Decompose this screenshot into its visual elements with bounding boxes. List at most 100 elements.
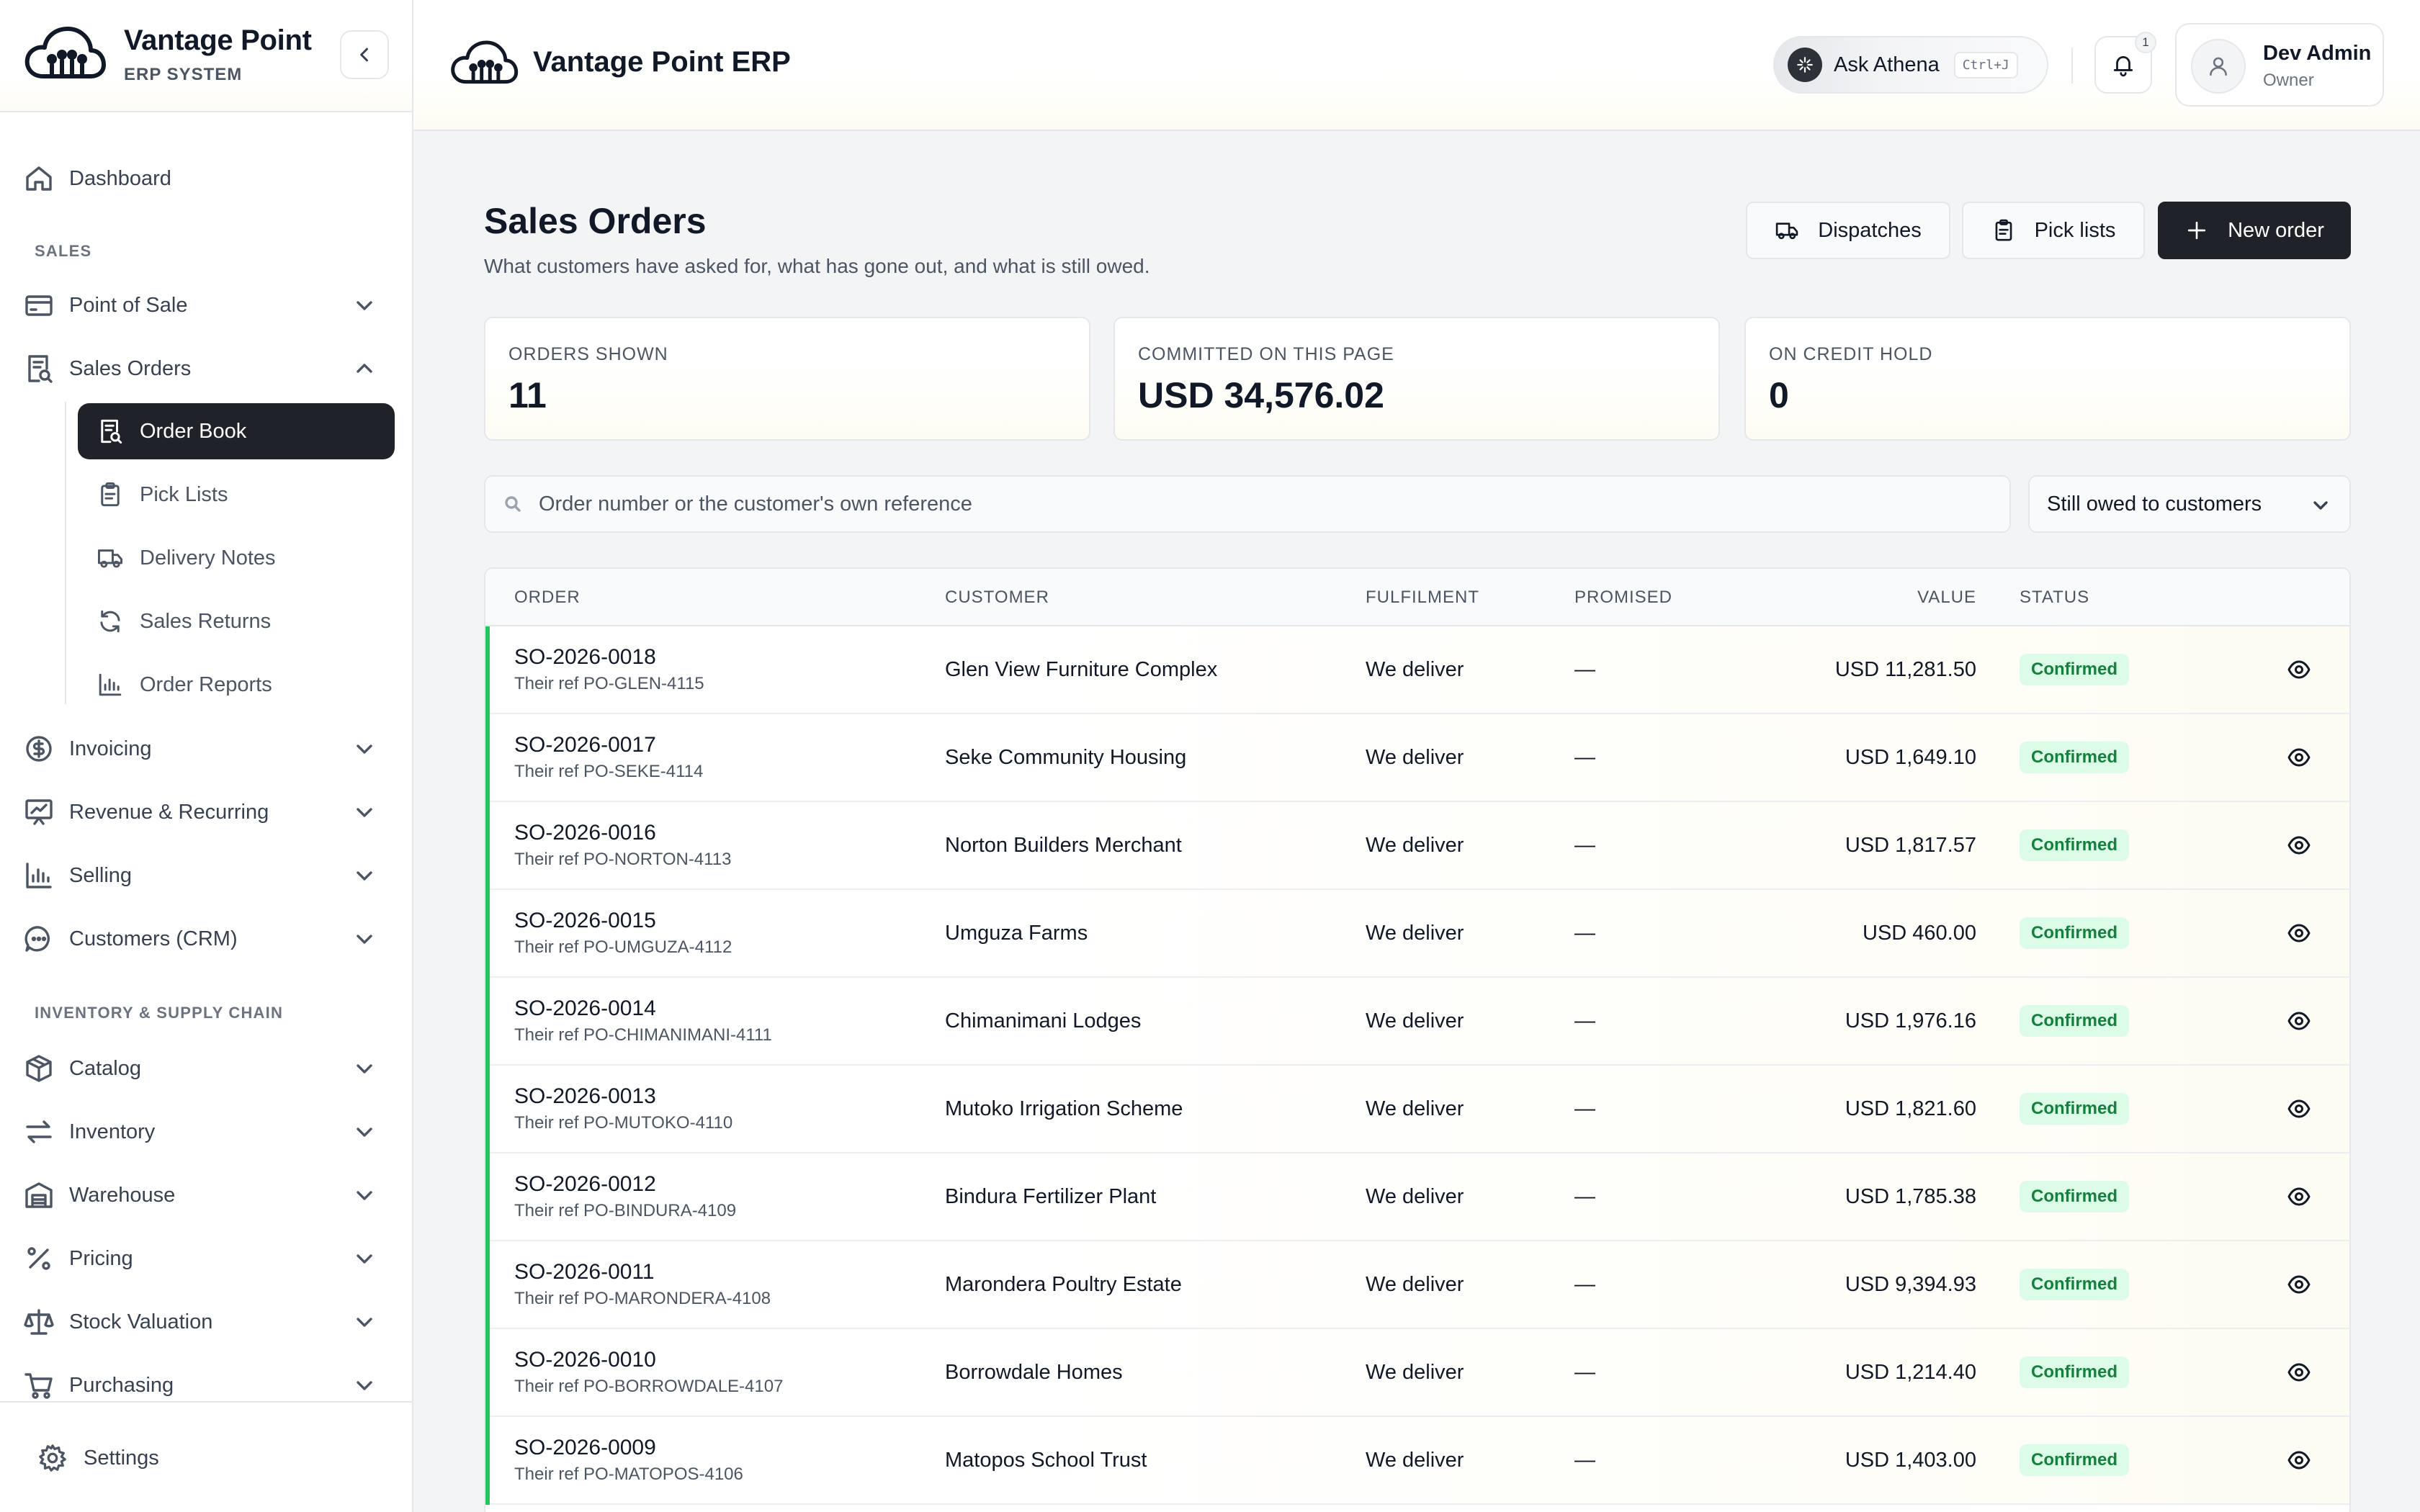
customer-reference: Their ref PO-GLEN-4115 [514,674,704,693]
sidebar-item-label: Sales Orders [69,356,192,380]
sidebar-item-invoicing[interactable]: Invoicing [23,721,390,776]
order-number[interactable]: SO-2026-0010 [514,1348,656,1372]
status-badge: Confirmed [2020,1269,2129,1300]
status-badge: Confirmed [2020,1444,2129,1476]
sidebar-item-inventory[interactable]: Inventory [23,1104,390,1159]
table-row[interactable]: SO-2026-0014 Their ref PO-CHIMANIMANI-411… [485,978,2349,1066]
dollar-circle-icon [26,736,52,762]
order-number[interactable]: SO-2026-0014 [514,996,656,1021]
eye-icon [2287,1099,2311,1118]
new-order-button[interactable]: New order [2158,202,2351,259]
notifications-button[interactable]: 1 [2094,32,2156,94]
order-number[interactable]: SO-2026-0009 [514,1436,656,1460]
view-order-button[interactable] [2286,744,2312,770]
status-badge: Confirmed [2020,654,2129,685]
sidebar-subitem-sales-returns[interactable]: Sales Returns [78,593,395,649]
order-number[interactable]: SO-2026-0016 [514,821,656,845]
sidebar-subitem-order-reports[interactable]: Order Reports [78,657,395,713]
row-status-bar [485,1241,490,1329]
order-value: USD 1,817.57 [1845,834,1976,857]
stat-committed: COMMITTED ON THIS PAGE USD 34,576.02 [1113,317,1720,441]
pick-lists-button[interactable]: Pick lists [1962,202,2145,259]
column-header-fulfilment[interactable]: FULFILMENT [1366,588,1479,608]
ask-athena-button[interactable]: Ask Athena Ctrl+J [1773,36,2048,94]
sidebar-item-crm[interactable]: Customers (CRM) [23,912,390,966]
dispatches-button[interactable]: Dispatches [1746,202,1950,259]
search-box [484,475,2011,533]
promised-date: — [1574,1361,1595,1384]
column-header-value[interactable]: VALUE [1917,588,1976,608]
view-order-button[interactable] [2286,832,2312,858]
sidebar-item-catalog[interactable]: Catalog [23,1041,390,1096]
order-value: USD 9,394.93 [1845,1273,1976,1296]
sidebar-item-stock-valuation[interactable]: Stock Valuation [23,1295,390,1349]
sidebar-item-label: Warehouse [69,1183,176,1207]
sidebar-item-point-of-sale[interactable]: Point of Sale [23,278,390,333]
eye-icon [2287,836,2311,855]
receipt-search-icon [28,355,53,383]
order-number[interactable]: SO-2026-0018 [514,645,656,670]
table-row[interactable]: SO-2026-0012 Their ref PO-BINDURA-4109 Bin… [485,1153,2349,1241]
sidebar-item-label: Pricing [69,1246,133,1270]
chevron-down-icon [357,808,372,817]
status-badge: Confirmed [2020,1356,2129,1388]
sidebar-subitem-delivery-notes[interactable]: Delivery Notes [78,530,395,586]
status-filter-select[interactable]: Still owed to customers [2028,475,2351,533]
sidebar-item-selling[interactable]: Selling [23,848,390,903]
order-value: USD 1,821.60 [1845,1097,1976,1120]
view-order-button[interactable] [2286,1272,2312,1297]
view-order-button[interactable] [2286,1008,2312,1034]
customer-reference: Their ref PO-MUTOKO-4110 [514,1113,733,1133]
eye-icon [2287,748,2311,767]
column-header-promised[interactable]: PROMISED [1574,588,1672,608]
collapse-sidebar-button[interactable] [340,30,389,79]
sidebar-item-dashboard[interactable]: Dashboard [23,151,390,206]
sidebar-subitem-order-book[interactable]: Order Book [78,403,395,459]
sidebar-item-sales-orders[interactable]: Sales Orders [23,341,390,396]
sidebar-item-label: Purchasing [69,1373,174,1397]
sidebar-subitem-label: Order Book [140,419,247,443]
view-order-button[interactable] [2286,1096,2312,1122]
column-header-customer[interactable]: CUSTOMER [945,588,1049,608]
order-value: USD 1,785.38 [1845,1185,1976,1208]
order-number[interactable]: SO-2026-0012 [514,1172,656,1197]
table-row[interactable]: SO-2026-0011 Their ref PO-MARONDERA-4108 M… [485,1241,2349,1329]
table-row[interactable]: SO-2026-0010 Their ref PO-BORROWDALE-4107… [485,1329,2349,1417]
chevron-down-icon [357,935,372,944]
bar-chart-icon [26,863,52,888]
column-header-status[interactable]: STATUS [2020,588,2089,608]
customer-name: Marondera Poultry Estate [945,1273,1182,1296]
order-number[interactable]: SO-2026-0015 [514,909,656,933]
order-value: USD 1,976.16 [1845,1009,1976,1032]
column-header-order[interactable]: ORDER [514,588,581,608]
table-row[interactable]: SO-2026-0018 Their ref PO-GLEN-4115 Glen V… [485,626,2349,714]
customer-reference: Their ref PO-NORTON-4113 [514,850,732,869]
customer-reference: Their ref PO-BINDURA-4109 [514,1201,737,1220]
table-row[interactable]: SO-2026-0015 Their ref PO-UMGUZA-4112 Umgu… [485,890,2349,978]
table-row[interactable]: SO-2026-0017 Their ref PO-SEKE-4114 Seke C… [485,714,2349,802]
search-input[interactable] [539,492,1907,516]
sidebar-subitem-pick-lists[interactable]: Pick Lists [78,467,395,523]
view-order-button[interactable] [2286,1184,2312,1210]
sidebar-nav: Dashboard SALES Point of Sale Sales Orde… [0,112,412,1401]
view-order-button[interactable] [2286,1447,2312,1473]
sidebar-item-label: Dashboard [69,166,171,190]
view-order-button[interactable] [2286,1359,2312,1385]
sidebar-item-warehouse[interactable]: Warehouse [23,1168,390,1223]
sidebar-item-pricing[interactable]: Pricing [23,1231,390,1286]
user-menu[interactable]: Dev Admin Owner [2175,23,2384,107]
table-row[interactable]: SO-2026-0009 Their ref PO-MATOPOS-4106 Mat… [485,1417,2349,1505]
cloud-people-logo-icon [23,23,107,85]
order-number[interactable]: SO-2026-0013 [514,1084,656,1109]
table-row[interactable]: SO-2026-0013 Their ref PO-MUTOKO-4110 Muto… [485,1066,2349,1153]
row-status-bar [485,890,490,978]
sidebar-item-settings[interactable]: Settings [37,1443,159,1473]
eye-icon [2287,1187,2311,1206]
sidebar-item-purchasing[interactable]: Purchasing [23,1358,390,1401]
order-number[interactable]: SO-2026-0017 [514,733,656,757]
view-order-button[interactable] [2286,920,2312,946]
sidebar-item-revenue-recurring[interactable]: Revenue & Recurring [23,785,390,840]
view-order-button[interactable] [2286,657,2312,683]
order-number[interactable]: SO-2026-0011 [514,1260,655,1284]
table-row[interactable]: SO-2026-0016 Their ref PO-NORTON-4113 Nort… [485,802,2349,890]
